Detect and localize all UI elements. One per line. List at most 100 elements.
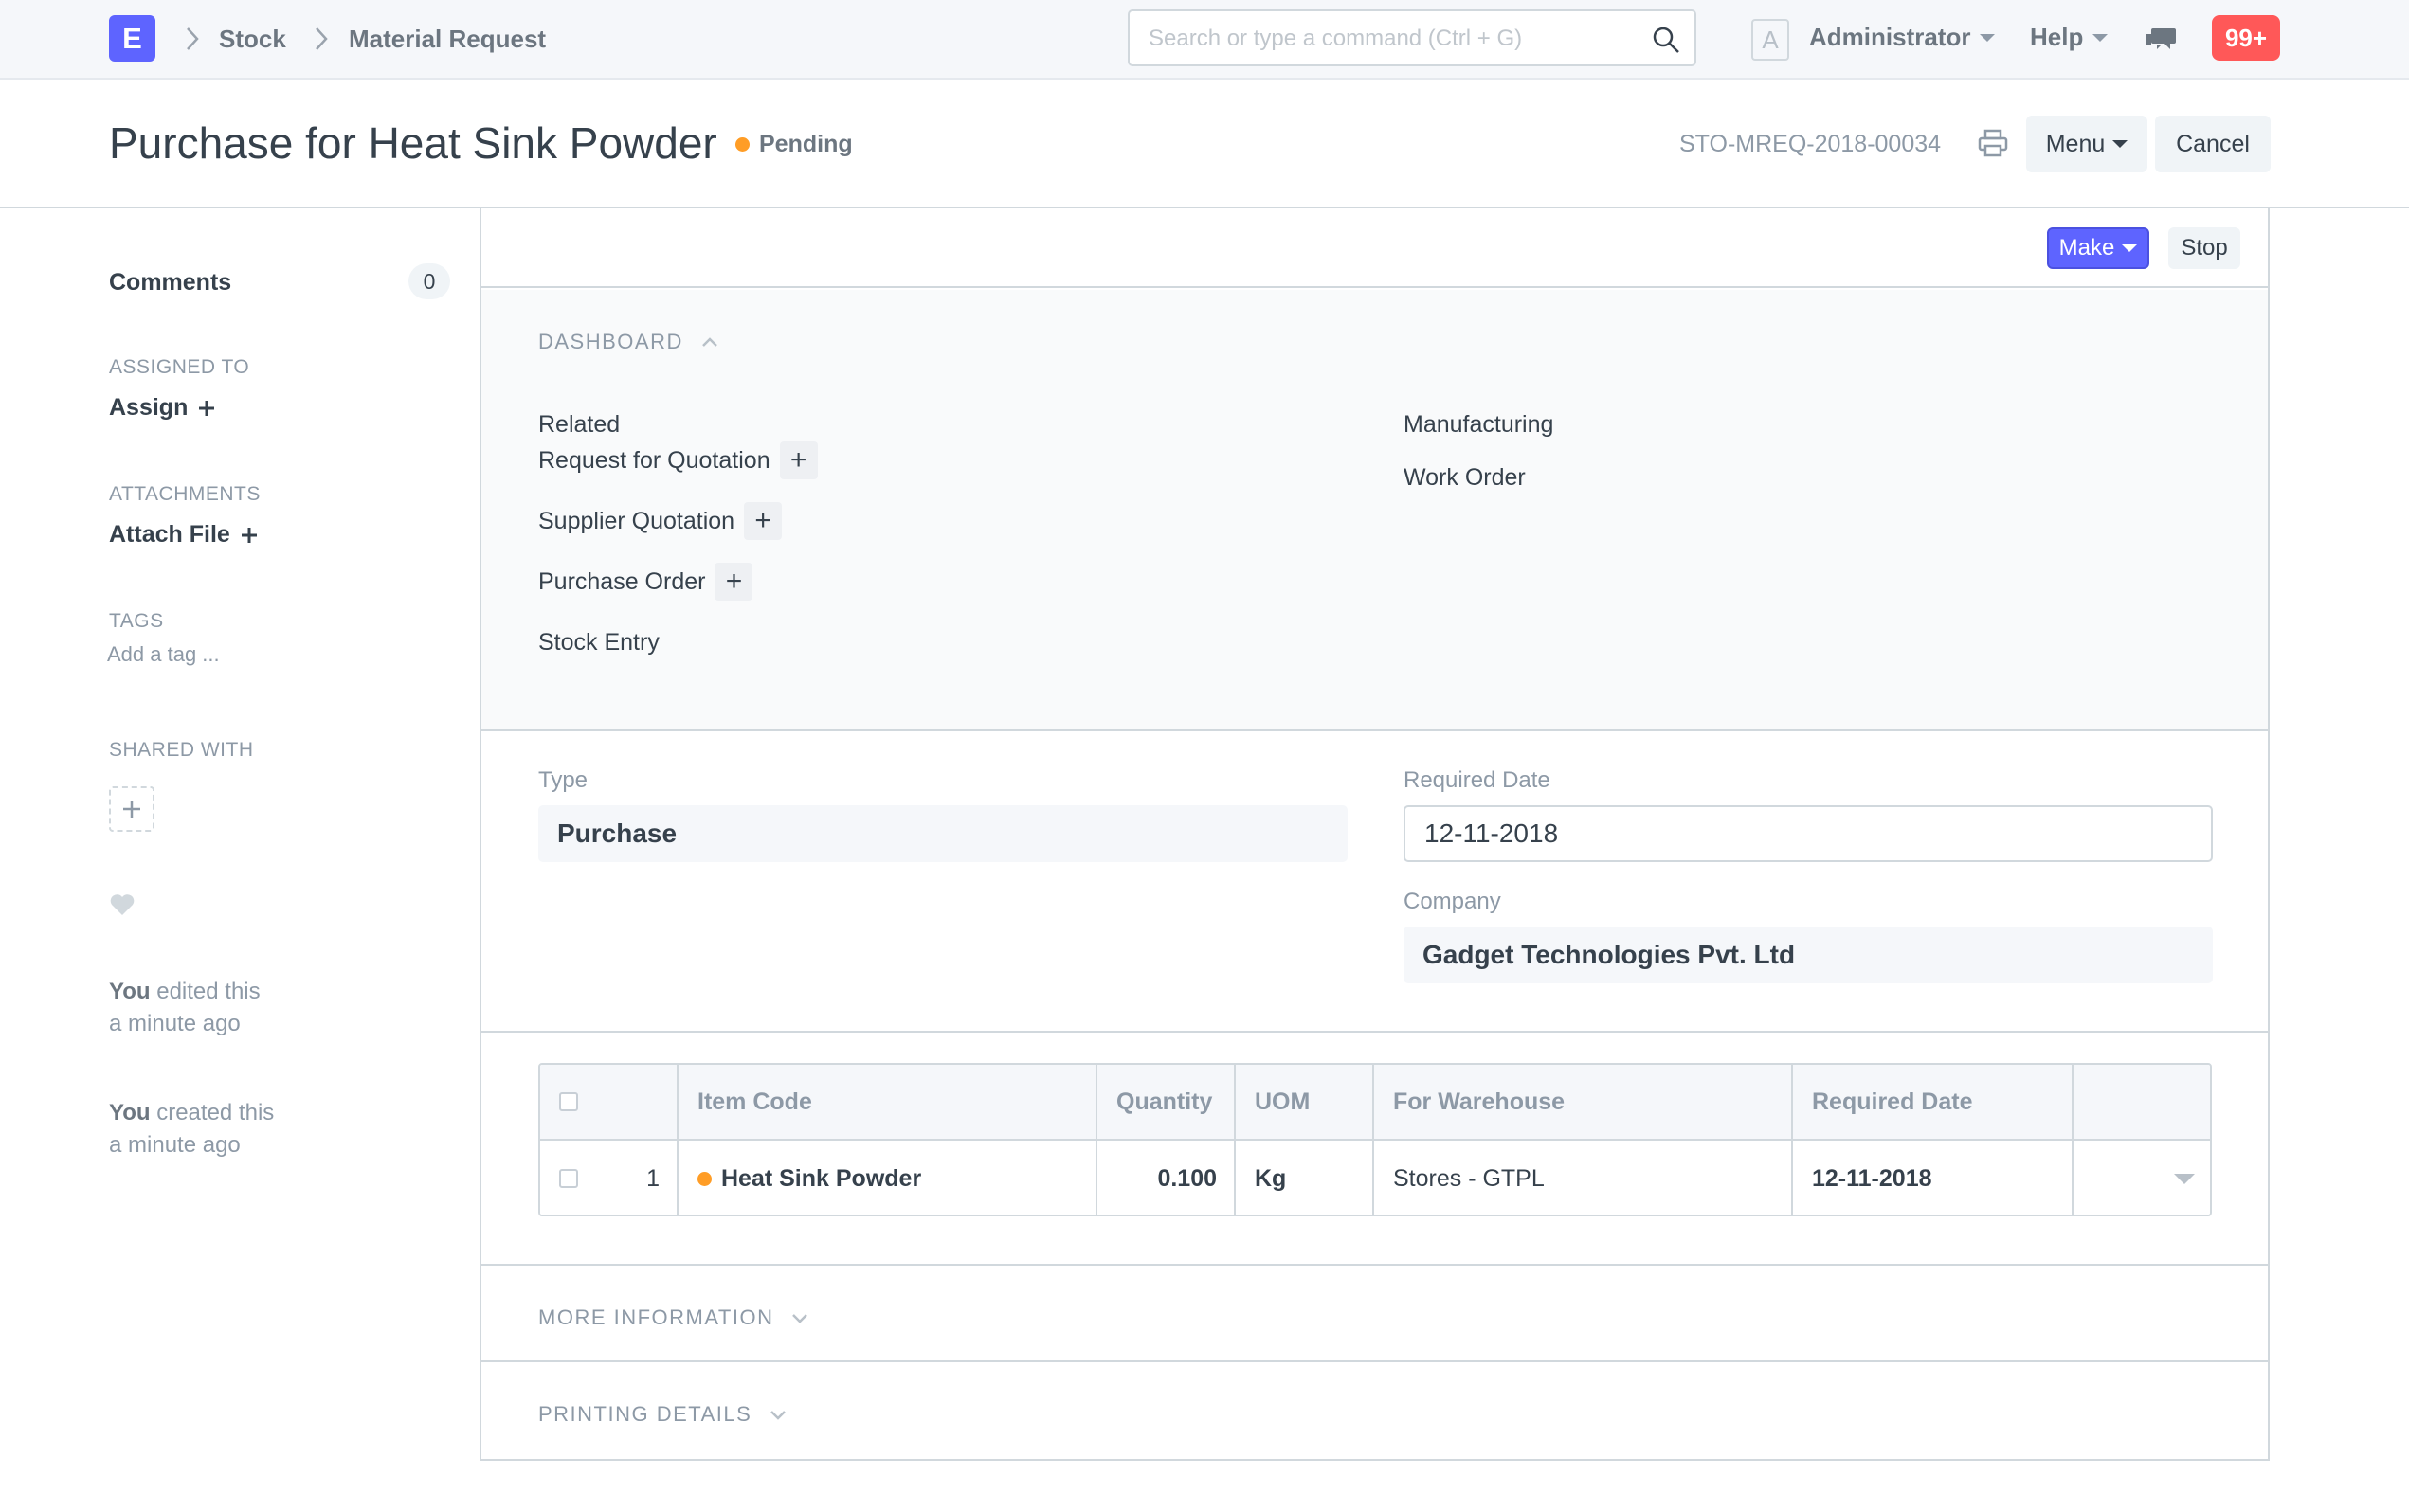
- link-label[interactable]: Request for Quotation: [538, 447, 770, 475]
- status-label: Pending: [759, 131, 853, 157]
- link-label[interactable]: Work Order: [1404, 464, 1526, 492]
- cancel-button[interactable]: Cancel: [2155, 116, 2271, 172]
- breadcrumb-material-request[interactable]: Material Request: [349, 25, 546, 54]
- status-indicator: Pending: [735, 131, 853, 158]
- share-add-button[interactable]: [109, 786, 154, 832]
- status-dot: [735, 137, 750, 152]
- make-button[interactable]: Make: [2047, 227, 2149, 269]
- chevron-down-icon: [792, 1314, 808, 1323]
- document-name: STO-MREQ-2018-00034: [1679, 131, 1942, 157]
- navbar: E Stock Material Request A Administrator…: [0, 0, 2409, 80]
- search-input[interactable]: [1149, 23, 1641, 55]
- table-row[interactable]: 1 Heat Sink Powder 0.100 Kg Stores - GTP…: [540, 1141, 2210, 1215]
- help-label: Help: [2030, 23, 2084, 51]
- row-edit-cell[interactable]: [2074, 1141, 2210, 1215]
- activity-item: You created this a minute ago: [109, 1097, 274, 1161]
- related-link-supplier-quotation: Supplier Quotation +: [538, 502, 783, 540]
- printing-details-toggle[interactable]: PRINTING DETAILS: [538, 1402, 788, 1427]
- avatar[interactable]: A: [1751, 19, 1789, 61]
- page-title: Purchase for Heat Sink Powder: [109, 118, 717, 168]
- chevron-down-icon: [770, 1411, 787, 1420]
- caret-down-icon: [1980, 33, 1996, 42]
- column-header: Item Code: [679, 1065, 1097, 1139]
- more-information-toggle[interactable]: MORE INFORMATION: [538, 1305, 809, 1330]
- uom-cell[interactable]: Kg: [1236, 1141, 1374, 1215]
- activity-time: a minute ago: [109, 1132, 241, 1158]
- link-label[interactable]: Purchase Order: [538, 568, 705, 596]
- row-select-cell: 1: [540, 1141, 679, 1215]
- column-header: Required Date: [1793, 1065, 2074, 1139]
- print-icon[interactable]: [1977, 129, 2009, 157]
- comments-link[interactable]: Comments: [109, 269, 231, 297]
- caret-down-icon: [2092, 33, 2109, 42]
- search-icon[interactable]: [1651, 25, 1681, 55]
- section-divider: [481, 1360, 2268, 1362]
- dashboard-heading: DASHBOARD: [538, 330, 683, 353]
- page-head: Purchase for Heat Sink Powder Pending ST…: [0, 80, 2409, 208]
- heart-icon[interactable]: [109, 892, 136, 917]
- shared-with-label: SHARED WITH: [109, 739, 254, 761]
- chevron-right-icon: [187, 27, 199, 50]
- warehouse-cell[interactable]: Stores - GTPL: [1374, 1141, 1793, 1215]
- caret-down-icon: [2112, 140, 2128, 148]
- section-divider: [481, 1264, 2268, 1266]
- required-date-label: Required Date: [1404, 767, 1550, 793]
- assign-label: Assign: [109, 394, 189, 421]
- plus-icon: [241, 527, 257, 543]
- search-bar: [1128, 9, 1696, 66]
- notification-badge[interactable]: 99+: [2212, 15, 2280, 61]
- assign-button[interactable]: Assign: [109, 394, 216, 422]
- related-link-stock-entry: Stock Entry: [538, 629, 660, 657]
- row-index: 1: [646, 1164, 660, 1192]
- type-label: Type: [538, 767, 589, 793]
- item-code-cell[interactable]: Heat Sink Powder: [679, 1141, 1097, 1215]
- activity-user[interactable]: You: [109, 979, 151, 1004]
- chat-icon[interactable]: [2144, 25, 2178, 55]
- form-layout: Make Stop DASHBOARD Related Request for …: [480, 208, 2270, 1461]
- add-supplier-quotation-button[interactable]: +: [744, 502, 783, 540]
- select-all-checkbox[interactable]: [559, 1092, 578, 1111]
- breadcrumb-stock[interactable]: Stock: [219, 25, 286, 54]
- add-purchase-order-button[interactable]: +: [715, 563, 753, 601]
- help-dropdown[interactable]: Help: [2030, 23, 2109, 52]
- plus-icon: [123, 801, 140, 818]
- column-header: UOM: [1236, 1065, 1374, 1139]
- assigned-to-label: ASSIGNED TO: [109, 356, 250, 378]
- add-rfq-button[interactable]: +: [779, 441, 818, 479]
- caret-down-icon[interactable]: [2174, 1173, 2195, 1184]
- column-header-empty: [2074, 1065, 2210, 1139]
- activity-time: a minute ago: [109, 1011, 241, 1036]
- column-header: For Warehouse: [1374, 1065, 1793, 1139]
- menu-label: Menu: [2045, 130, 2106, 157]
- chevron-up-icon: [701, 337, 717, 347]
- more-information-heading: MORE INFORMATION: [538, 1305, 774, 1329]
- chevron-right-icon: [316, 27, 328, 50]
- link-label[interactable]: Stock Entry: [538, 629, 660, 657]
- dashboard-section: DASHBOARD Related Request for Quotation …: [481, 290, 2268, 731]
- form-toolbar: Make Stop: [481, 208, 2268, 288]
- table-header: Item Code Quantity UOM For Warehouse Req…: [540, 1065, 2210, 1141]
- activity-item: You edited this a minute ago: [109, 976, 261, 1040]
- plus-icon: [199, 400, 215, 416]
- item-code: Heat Sink Powder: [721, 1164, 922, 1192]
- activity-user[interactable]: You: [109, 1100, 151, 1125]
- select-all-cell: [540, 1065, 679, 1139]
- app-logo[interactable]: E: [109, 15, 155, 62]
- related-group-title: Related: [538, 411, 621, 438]
- comments-count-badge: 0: [408, 263, 450, 299]
- menu-button[interactable]: Menu: [2026, 116, 2147, 172]
- stop-button[interactable]: Stop: [2168, 227, 2240, 269]
- attach-file-button[interactable]: Attach File: [109, 521, 259, 549]
- link-label[interactable]: Supplier Quotation: [538, 508, 734, 535]
- user-dropdown[interactable]: Administrator: [1809, 23, 1996, 52]
- quantity-cell[interactable]: 0.100: [1097, 1141, 1236, 1215]
- tags-label: TAGS: [109, 610, 164, 632]
- add-tag-input[interactable]: Add a tag ...: [107, 642, 220, 667]
- required-date-input[interactable]: 12-11-2018: [1404, 805, 2213, 862]
- make-label: Make: [2058, 235, 2115, 261]
- dashboard-toggle[interactable]: DASHBOARD: [538, 330, 719, 354]
- row-checkbox[interactable]: [559, 1169, 578, 1188]
- required-date-cell[interactable]: 12-11-2018: [1793, 1141, 2074, 1215]
- company-field: Gadget Technologies Pvt. Ltd: [1404, 927, 2213, 983]
- column-header: Quantity: [1097, 1065, 1236, 1139]
